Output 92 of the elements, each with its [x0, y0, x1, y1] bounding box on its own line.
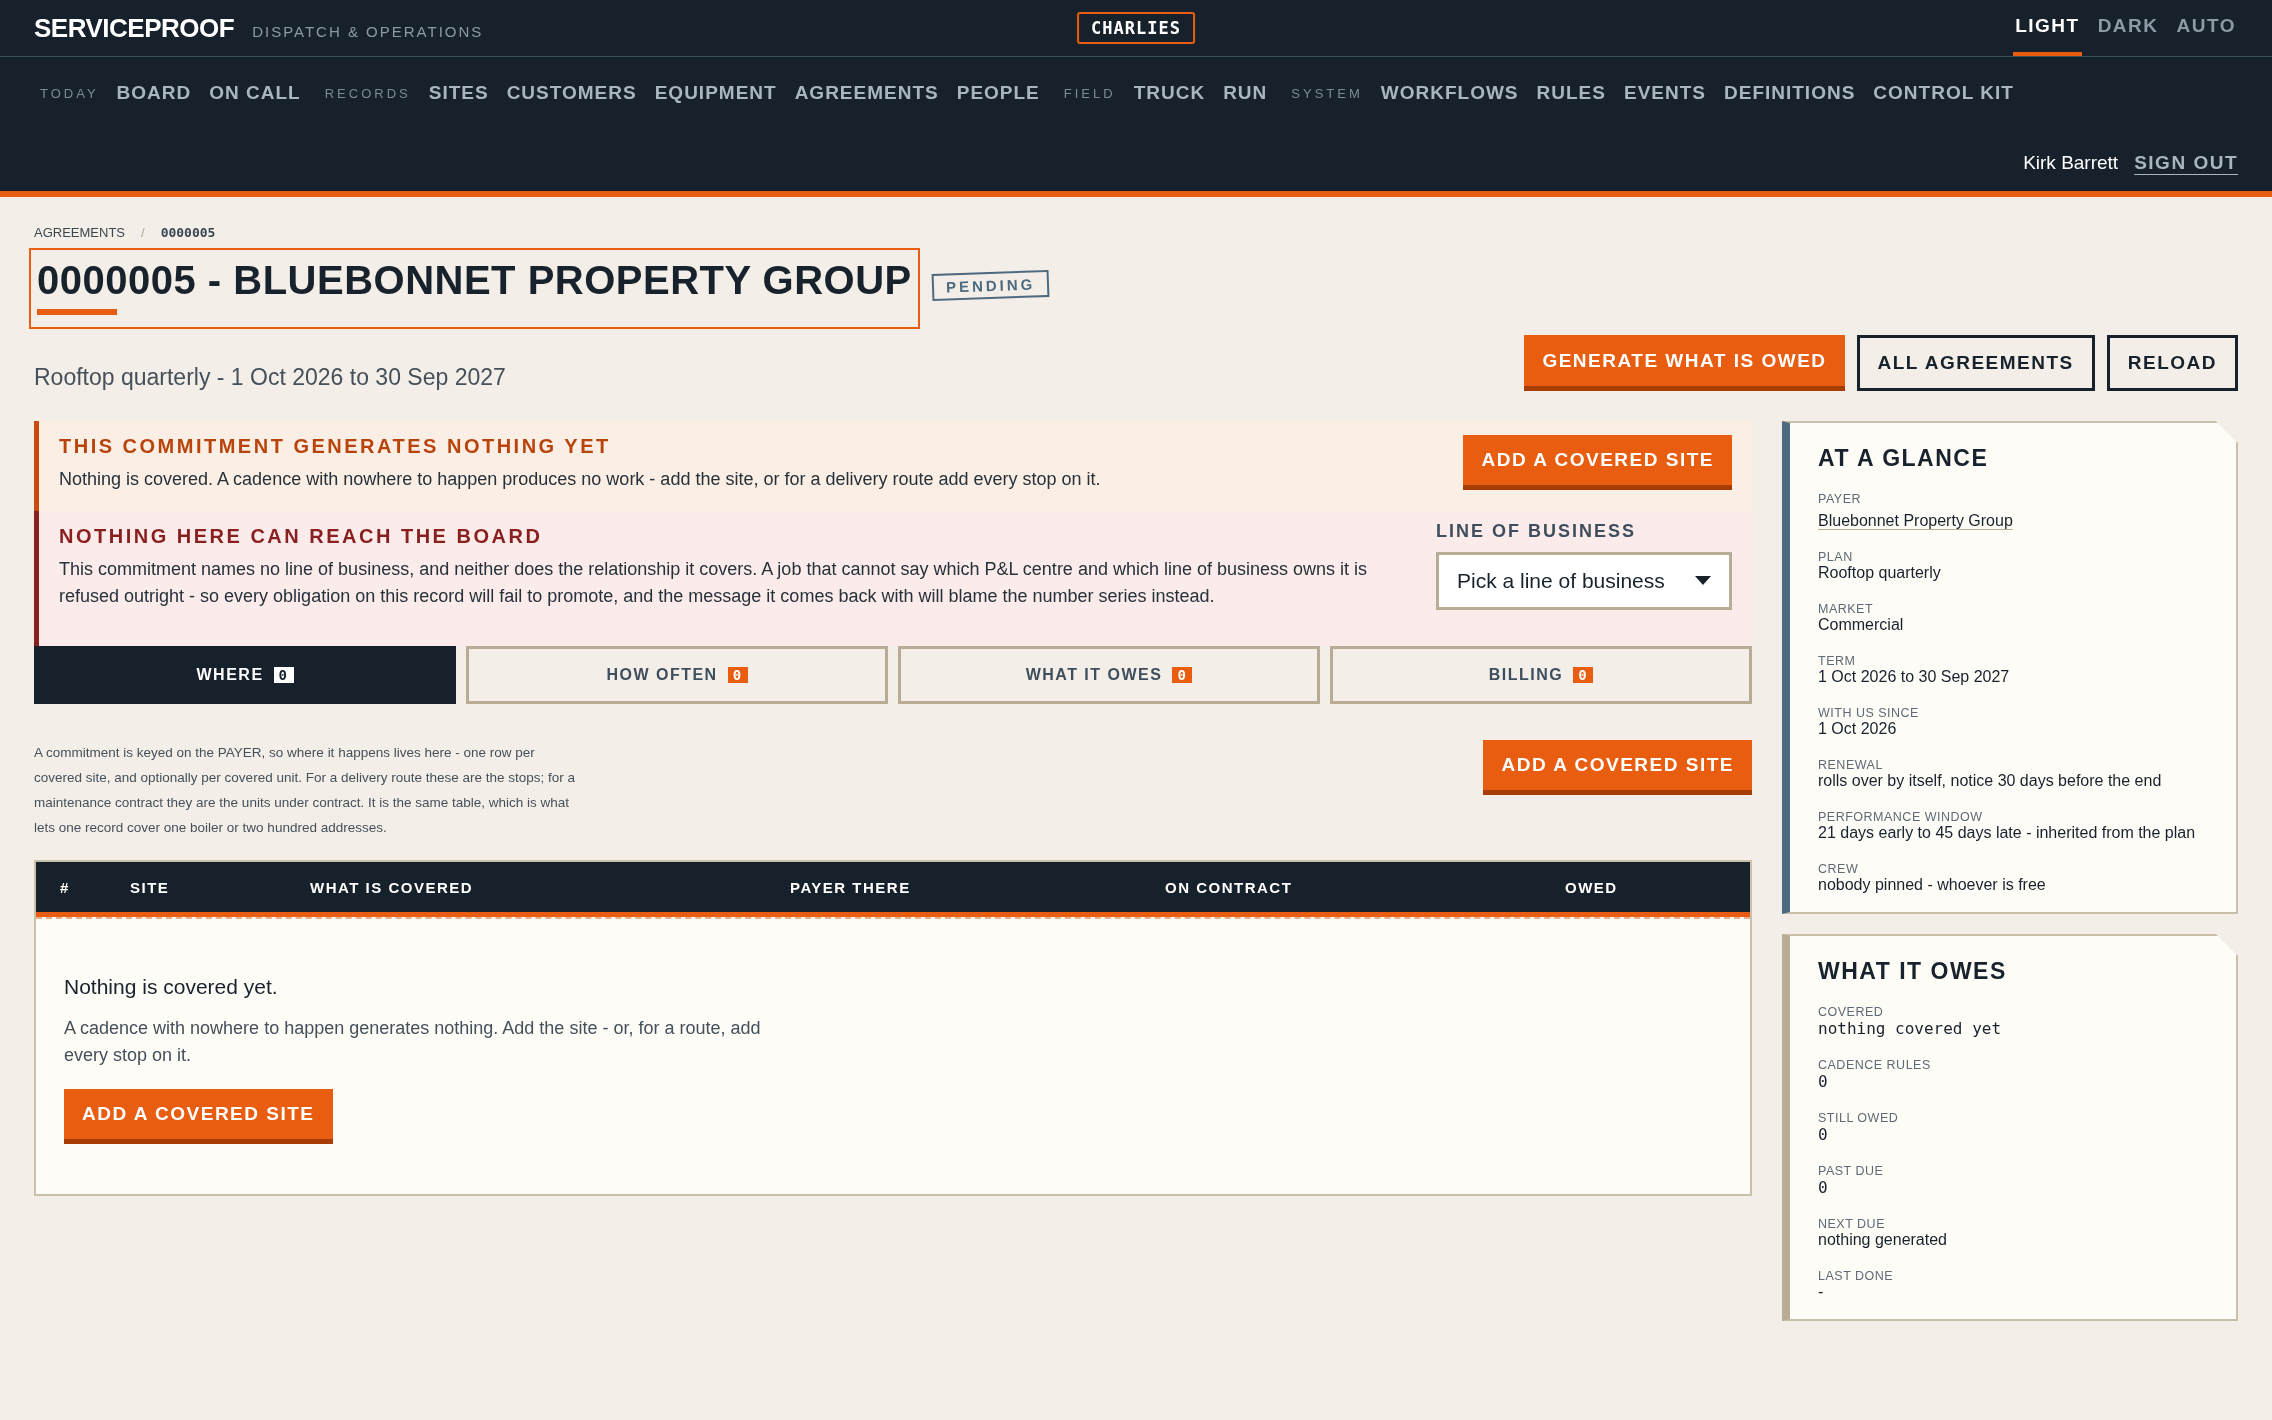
- nav-link[interactable]: CONTROL KIT: [1873, 82, 2014, 104]
- action-button[interactable]: ADD A COVERED SITE: [1463, 435, 1732, 490]
- count-badge: 0: [1172, 667, 1193, 683]
- nav-link[interactable]: AGREEMENTS: [794, 82, 939, 104]
- field-value: Commercial: [1818, 616, 1904, 633]
- nav-link[interactable]: EQUIPMENT: [654, 82, 777, 104]
- section-tab[interactable]: WHAT IT OWES 0: [898, 646, 1320, 704]
- action-button[interactable]: ALL AGREEMENTS: [1856, 335, 2095, 391]
- column-header: #: [60, 878, 71, 896]
- nav-link[interactable]: TRUCK: [1133, 82, 1206, 104]
- nav-section-label: FIELD: [1063, 85, 1116, 101]
- payer-link[interactable]: Bluebonnet Property Group: [1818, 512, 2013, 530]
- section-tab[interactable]: BILLING 0: [1330, 646, 1752, 704]
- banner-title: NOTHING HERE CAN REACH THE BOARD: [59, 525, 544, 548]
- action-button[interactable]: RELOAD: [2106, 335, 2238, 391]
- field-label: PAST DUE: [1818, 1164, 1885, 1178]
- field-value: -: [1818, 1283, 1824, 1300]
- action-button[interactable]: ADD A COVERED SITE: [64, 1089, 333, 1144]
- field-value: 0: [1818, 1178, 1828, 1197]
- field-value: nothing generated: [1818, 1231, 1947, 1248]
- card-title: WHAT IT OWES: [1818, 958, 2008, 985]
- count-badge: 0: [273, 667, 294, 683]
- nav-section-label: RECORDS: [324, 85, 411, 101]
- field-label: COVERED: [1818, 1005, 1885, 1019]
- empty-text: A cadence with nowhere to happen generates nothing. Add the site - or, for a route, add every stop on it.: [64, 1017, 762, 1067]
- tenant-badge: CHARLIES: [1077, 12, 1195, 44]
- column-header: OWED: [1565, 878, 1619, 896]
- banner-text: This commitment names no line of business, and neither does the relationship it covers. A job that cannot say which P&L centre and which line of business owns it is refused outright - so every obligation on this record will fail to promote, and the message it comes back with will blame the number series instead.: [59, 558, 1369, 608]
- tagline: DISPATCH & OPERATIONS: [252, 22, 484, 40]
- nav-link[interactable]: ON CALL: [209, 82, 301, 104]
- theme-tab[interactable]: LIGHT: [2013, 0, 2082, 56]
- field-value: nobody pinned - whoever is free: [1818, 876, 2046, 893]
- user-name: Kirk Barrett: [2023, 152, 2119, 174]
- theme-tab[interactable]: AUTO: [2174, 0, 2238, 56]
- banner-title: THIS COMMITMENT GENERATES NOTHING YET: [59, 435, 612, 458]
- nav-link[interactable]: EVENTS: [1623, 82, 1706, 104]
- field-label: LINE OF BUSINESS: [1436, 521, 1638, 542]
- section-tab[interactable]: WHERE 0: [34, 646, 456, 704]
- caret-icon: [1695, 576, 1711, 586]
- field-value: 0: [1818, 1072, 1828, 1091]
- column-header: SITE: [130, 878, 171, 896]
- field-value: 21 days early to 45 days late - inherited from the plan: [1818, 824, 2196, 841]
- status-stamp: PENDING: [931, 269, 1050, 302]
- field-value: 1 Oct 2026 to 30 Sep 2027: [1818, 668, 2010, 685]
- sign-out-link[interactable]: SIGN OUT: [2134, 152, 2238, 174]
- field-value: nothing covered yet: [1818, 1019, 2002, 1038]
- field-label: MARKET: [1818, 602, 1875, 616]
- nav-link[interactable]: PEOPLE: [956, 82, 1040, 104]
- nav-link[interactable]: RUN: [1223, 82, 1268, 104]
- nav-link[interactable]: CUSTOMERS: [506, 82, 637, 104]
- field-value: Rooftop quarterly: [1818, 564, 1941, 581]
- nav-link[interactable]: WORKFLOWS: [1380, 82, 1519, 104]
- field-label: CADENCE RULES: [1818, 1058, 1932, 1072]
- column-header: WHAT IS COVERED: [310, 878, 475, 896]
- field-value: 0: [1818, 1125, 1828, 1144]
- field-label: STILL OWED: [1818, 1111, 1900, 1125]
- field-label: PAYER: [1818, 492, 1863, 506]
- nav-link[interactable]: BOARD: [116, 82, 192, 104]
- field-label: TERM: [1818, 654, 1857, 668]
- field-label: LAST DONE: [1818, 1269, 1895, 1283]
- theme-tab[interactable]: DARK: [2095, 0, 2161, 56]
- nav-link[interactable]: SITES: [428, 82, 489, 104]
- page-subtitle: Rooftop quarterly - 1 Oct 2026 to 30 Sep 2027: [34, 364, 506, 391]
- field-label: PERFORMANCE WINDOW: [1818, 810, 1984, 824]
- banner-text: Nothing is covered. A cadence with nowhere to happen produces no work - add the site, or for a delivery route add every stop on it.: [59, 468, 1102, 491]
- field-label: CREW: [1818, 862, 1860, 876]
- column-header: PAYER THERE: [790, 878, 912, 896]
- card-title: AT A GLANCE: [1818, 445, 1990, 472]
- line-of-business-select[interactable]: Pick a line of business: [1436, 552, 1732, 610]
- action-button[interactable]: GENERATE WHAT IS OWED: [1524, 335, 1845, 391]
- field-label: NEXT DUE: [1818, 1217, 1886, 1231]
- empty-title: Nothing is covered yet.: [64, 975, 279, 999]
- breadcrumb-link[interactable]: AGREEMENTS: [34, 225, 125, 240]
- field-label: RENEWAL: [1818, 758, 1884, 772]
- field-label: PLAN: [1818, 550, 1854, 564]
- count-badge: 0: [1573, 667, 1594, 683]
- action-button[interactable]: ADD A COVERED SITE: [1483, 740, 1752, 795]
- count-badge: 0: [727, 667, 748, 683]
- field-value: 1 Oct 2026: [1818, 720, 1897, 737]
- intro-text: A commitment is keyed on the PAYER, so where it happens lives here - one row per covered site, and optionally per covered unit. For a delivery route these are the stops; for a maintenance contract they are the units under contract. It is the same table, which is what lets one record cover one boiler or two hundred addresses.: [34, 744, 577, 837]
- column-header: ON CONTRACT: [1165, 878, 1294, 896]
- page-title: 0000005 - BLUEBONNET PROPERTY GROUP: [37, 258, 912, 303]
- section-tab[interactable]: HOW OFTEN 0: [466, 646, 888, 704]
- brand-logo[interactable]: SERVICEPROOF: [34, 12, 235, 44]
- nav-section-label: SYSTEM: [1291, 85, 1363, 101]
- field-value: rolls over by itself, notice 30 days before the end: [1818, 772, 2162, 789]
- nav-section-label: TODAY: [40, 85, 99, 101]
- breadcrumb-current: 0000005: [160, 225, 216, 240]
- nav-link[interactable]: RULES: [1536, 82, 1606, 104]
- nav-link[interactable]: DEFINITIONS: [1724, 82, 1856, 104]
- breadcrumb-separator: /: [141, 225, 145, 240]
- field-label: WITH US SINCE: [1818, 706, 1920, 720]
